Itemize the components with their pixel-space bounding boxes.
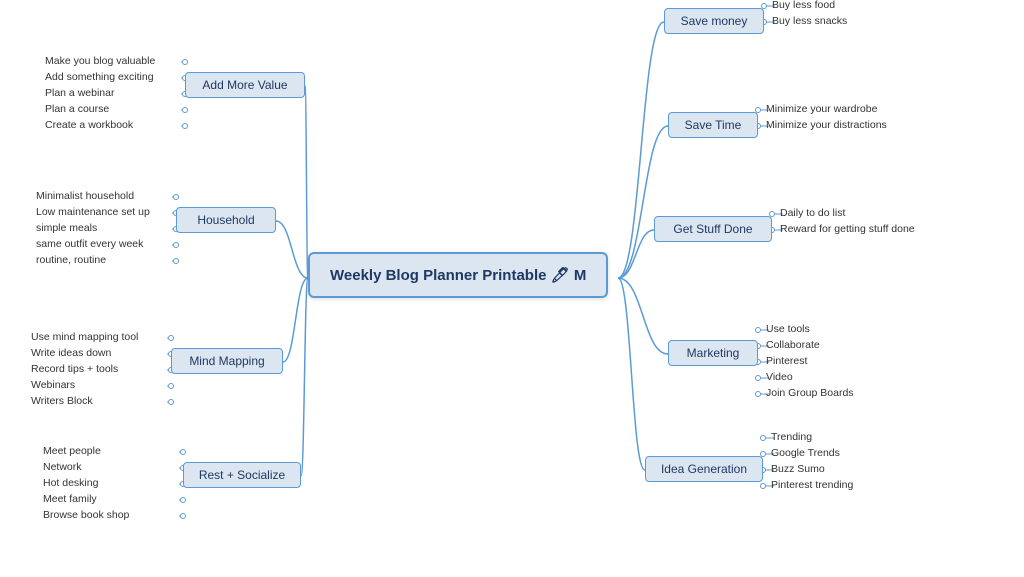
leaf-household-0: Minimalist household bbox=[36, 190, 134, 202]
leaf-mind-mapping-2: Record tips + tools bbox=[31, 363, 118, 375]
leaf-save-time-1: Minimize your distractions bbox=[766, 119, 887, 131]
leaf-save-time-0: Minimize your wardrobe bbox=[766, 103, 877, 115]
branch-node-mind-mapping: Mind Mapping bbox=[171, 348, 283, 374]
branch-node-get-stuff-done: Get Stuff Done bbox=[654, 216, 772, 242]
leaf-idea-generation-2: Buzz Sumo bbox=[771, 463, 825, 475]
leaf-save-money-1: Buy less snacks bbox=[772, 15, 847, 27]
leaf-save-money-0: Buy less food bbox=[772, 0, 835, 11]
leaf-rest-socialize-2: Hot desking bbox=[43, 477, 98, 489]
leaf-marketing-3: Video bbox=[766, 371, 793, 383]
leaf-rest-socialize-3: Meet family bbox=[43, 493, 97, 505]
leaf-add-more-value-3: Plan a course bbox=[45, 103, 109, 115]
leaf-rest-socialize-1: Network bbox=[43, 461, 82, 473]
leaf-household-2: simple meals bbox=[36, 222, 97, 234]
leaf-add-more-value-1: Add something exciting bbox=[45, 71, 154, 83]
leaf-mind-mapping-3: Webinars bbox=[31, 379, 75, 391]
leaf-marketing-0: Use tools bbox=[766, 323, 810, 335]
leaf-add-more-value-0: Make you blog valuable bbox=[45, 55, 155, 67]
leaf-idea-generation-3: Pinterest trending bbox=[771, 479, 853, 491]
leaf-marketing-2: Pinterest bbox=[766, 355, 807, 367]
branch-node-add-more-value: Add More Value bbox=[185, 72, 305, 98]
branch-node-save-time: Save Time bbox=[668, 112, 758, 138]
leaf-household-3: same outfit every week bbox=[36, 238, 143, 250]
center-label: Weekly Blog Planner Printable 🖊 M bbox=[330, 267, 586, 284]
branch-node-household: Household bbox=[176, 207, 276, 233]
branch-node-save-money: Save money bbox=[664, 8, 764, 34]
branch-node-rest-socialize: Rest + Socialize bbox=[183, 462, 301, 488]
leaf-marketing-1: Collaborate bbox=[766, 339, 820, 351]
leaf-marketing-4: Join Group Boards bbox=[766, 387, 854, 399]
leaf-rest-socialize-4: Browse book shop bbox=[43, 509, 129, 521]
leaf-mind-mapping-1: Write ideas down bbox=[31, 347, 111, 359]
leaf-idea-generation-0: Trending bbox=[771, 431, 812, 443]
leaf-rest-socialize-0: Meet people bbox=[43, 445, 101, 457]
leaf-get-stuff-done-1: Reward for getting stuff done bbox=[780, 223, 915, 235]
branch-node-idea-generation: Idea Generation bbox=[645, 456, 763, 482]
center-node: Weekly Blog Planner Printable 🖊 M bbox=[308, 252, 608, 298]
leaf-mind-mapping-0: Use mind mapping tool bbox=[31, 331, 138, 343]
branch-node-marketing: Marketing bbox=[668, 340, 758, 366]
leaf-household-1: Low maintenance set up bbox=[36, 206, 150, 218]
leaf-add-more-value-2: Plan a webinar bbox=[45, 87, 114, 99]
leaf-household-4: routine, routine bbox=[36, 254, 106, 266]
leaf-get-stuff-done-0: Daily to do list bbox=[780, 207, 845, 219]
leaf-idea-generation-1: Google Trends bbox=[771, 447, 840, 459]
leaf-add-more-value-4: Create a workbook bbox=[45, 119, 133, 131]
leaf-mind-mapping-4: Writers Block bbox=[31, 395, 93, 407]
